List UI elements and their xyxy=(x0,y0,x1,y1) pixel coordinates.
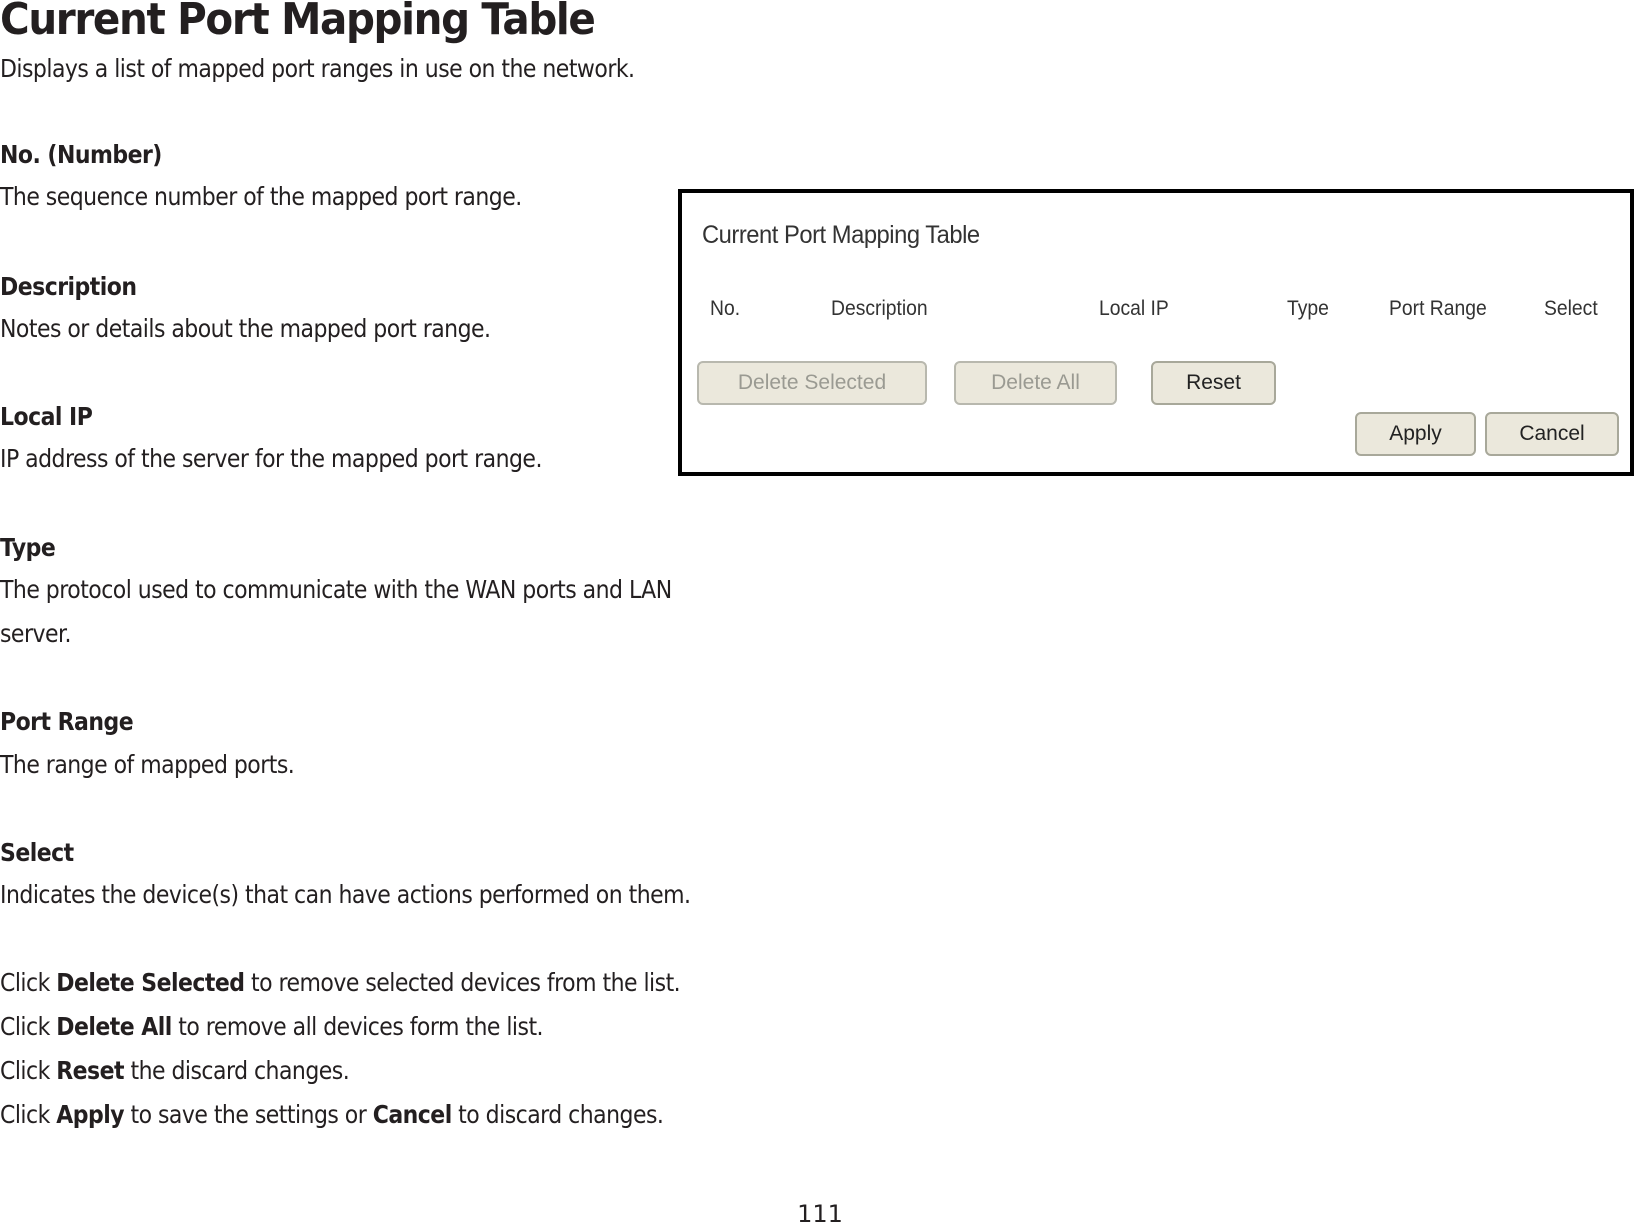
field-text-local-ip: IP address of the server for the mapped … xyxy=(0,444,542,473)
column-header-local-ip: Local IP xyxy=(1099,297,1169,320)
apply-button[interactable]: Apply xyxy=(1355,412,1476,456)
page-title: Current Port Mapping Table xyxy=(0,0,596,45)
port-mapping-screenshot: Current Port Mapping Table No. Descripti… xyxy=(678,189,1634,476)
column-header-description: Description xyxy=(831,297,928,320)
field-heading-port-range: Port Range xyxy=(0,707,134,736)
field-text-number: The sequence number of the mapped port r… xyxy=(0,182,522,211)
field-text-port-range: The range of mapped ports. xyxy=(0,750,295,779)
field-heading-type: Type xyxy=(0,533,56,562)
field-text-select: Indicates the device(s) that can have ac… xyxy=(0,880,691,909)
action-reset: Click Reset the discard changes. xyxy=(0,1056,350,1085)
field-text-type-cont: server. xyxy=(0,619,71,648)
field-heading-description: Description xyxy=(0,272,137,301)
field-heading-number: No. (Number) xyxy=(0,140,162,169)
column-header-type: Type xyxy=(1287,297,1329,320)
field-heading-local-ip: Local IP xyxy=(0,402,93,431)
page-number: 111 xyxy=(797,1200,843,1228)
field-text-type: The protocol used to communicate with th… xyxy=(0,575,672,604)
column-header-port-range: Port Range xyxy=(1389,297,1487,320)
cancel-button[interactable]: Cancel xyxy=(1485,412,1619,456)
field-text-description: Notes or details about the mapped port r… xyxy=(0,314,491,343)
action-delete-all: Click Delete All to remove all devices f… xyxy=(0,1012,544,1041)
panel-title: Current Port Mapping Table xyxy=(702,221,980,249)
column-header-no: No. xyxy=(710,297,741,320)
action-apply-cancel: Click Apply to save the settings or Canc… xyxy=(0,1100,664,1129)
action-delete-selected: Click Delete Selected to remove selected… xyxy=(0,968,681,997)
column-header-select: Select xyxy=(1544,297,1598,320)
delete-all-button[interactable]: Delete All xyxy=(954,361,1117,405)
reset-button[interactable]: Reset xyxy=(1151,361,1276,405)
intro-text: Displays a list of mapped port ranges in… xyxy=(0,54,635,83)
delete-selected-button[interactable]: Delete Selected xyxy=(697,361,927,405)
field-heading-select: Select xyxy=(0,838,74,867)
